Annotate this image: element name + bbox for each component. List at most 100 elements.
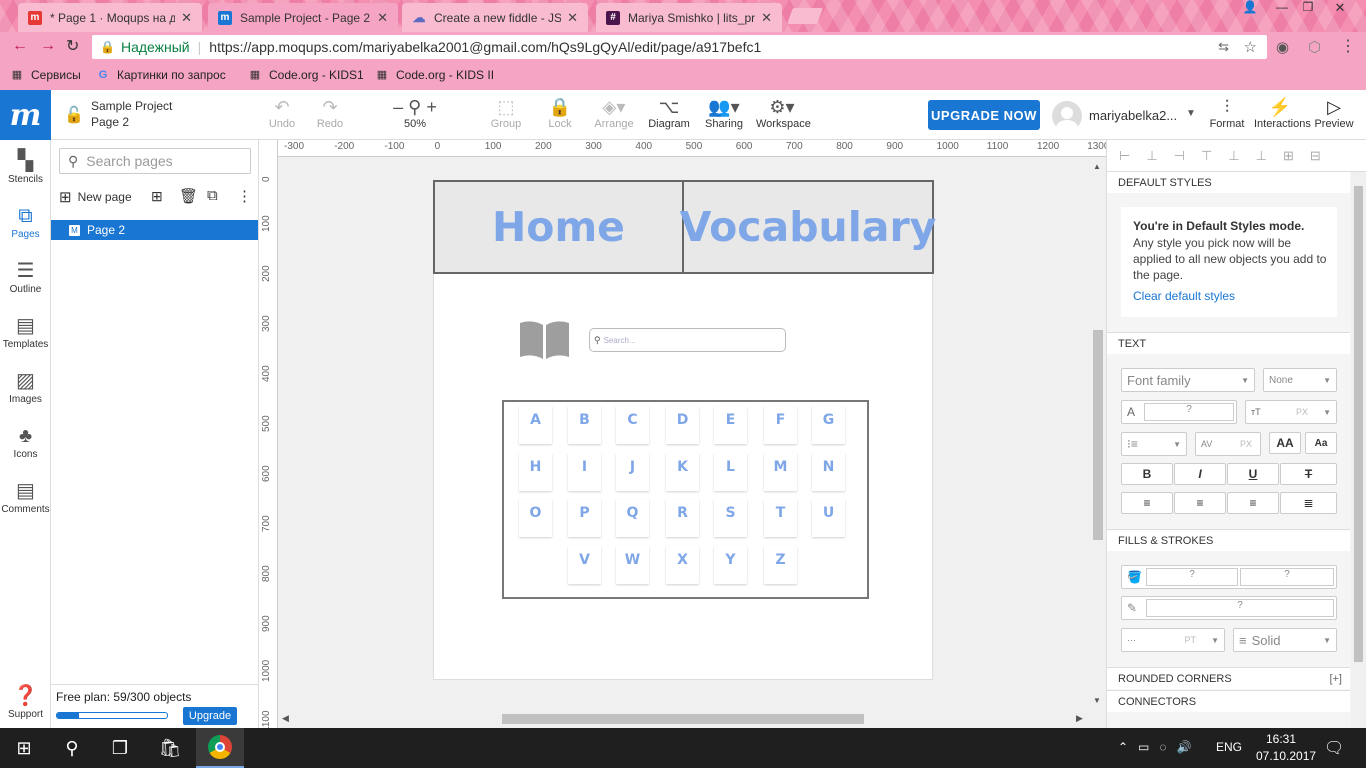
extension-icon[interactable]: ⬡ xyxy=(1308,38,1321,56)
chevron-down-icon[interactable]: ▼ xyxy=(1186,108,1196,119)
letter-key[interactable]: T xyxy=(764,499,797,537)
letter-key[interactable]: S xyxy=(714,499,747,537)
bookmark-star-icon[interactable]: ☆ xyxy=(1244,38,1257,56)
rail-templates[interactable]: ▤ Templates xyxy=(0,313,51,350)
rail-pages[interactable]: ⧉ Pages xyxy=(0,203,51,240)
vertical-scroll-thumb[interactable] xyxy=(1093,330,1103,540)
font-size-field[interactable]: тT PX ▼ xyxy=(1245,400,1337,424)
chrome-icon[interactable] xyxy=(196,728,244,768)
undo-button[interactable]: ↶ Undo xyxy=(266,96,298,130)
new-folder-icon[interactable]: ⊞ xyxy=(151,188,163,205)
align-toolbar[interactable]: ⊢⊥⊣⊤⊥⊥⊞⊟ xyxy=(1107,140,1366,172)
format-button[interactable]: ⫶ Format xyxy=(1208,96,1246,130)
project-name[interactable]: Sample Project xyxy=(91,99,172,113)
close-icon[interactable]: ✕ xyxy=(181,10,192,26)
preview-button[interactable]: ▷ Preview xyxy=(1314,96,1354,130)
horizontal-scroll-thumb[interactable] xyxy=(502,714,864,724)
strikethrough-button[interactable]: T xyxy=(1280,463,1337,485)
letter-key[interactable]: B xyxy=(568,406,601,444)
tray-icons[interactable]: ⌃▭◌🔊 xyxy=(1118,740,1201,754)
align-justify-button[interactable]: ≣ xyxy=(1280,492,1337,514)
align-right-button[interactable]: ≡ xyxy=(1227,492,1279,514)
new-tab-button[interactable] xyxy=(787,8,823,24)
rail-outline[interactable]: ☰ Outline xyxy=(0,258,51,295)
letter-key[interactable]: Y xyxy=(714,546,747,584)
letter-spacing-field[interactable]: AV PX xyxy=(1195,432,1261,456)
nav-vocabulary[interactable]: Vocabulary xyxy=(680,180,936,274)
menu-icon[interactable]: ⋮ xyxy=(1340,36,1356,56)
arrange-button[interactable]: ◈▾ Arrange xyxy=(594,96,634,130)
letter-key[interactable]: O xyxy=(519,499,552,537)
stroke-style-select[interactable]: ≡ Solid ▼ xyxy=(1233,628,1337,652)
bookmark-google[interactable]: G Картинки по запрос xyxy=(96,68,226,82)
letter-key[interactable]: V xyxy=(568,546,601,584)
interactions-button[interactable]: ⚡ Interactions xyxy=(1254,96,1311,130)
browser-tab-active[interactable]: m Sample Project - Page 2 ✕ xyxy=(208,3,398,32)
align-left-button[interactable]: ≡ xyxy=(1121,492,1173,514)
workspace-button[interactable]: ⚙▾ Workspace xyxy=(756,96,811,130)
new-page-button[interactable]: ⊞ New page xyxy=(59,188,132,206)
letter-key[interactable]: G xyxy=(812,406,845,444)
letter-key[interactable]: D xyxy=(666,406,699,444)
upgrade-button[interactable]: Upgrade xyxy=(183,707,237,725)
letter-key[interactable]: H xyxy=(519,453,552,491)
letter-key[interactable]: Z xyxy=(764,546,797,584)
stroke-color-field[interactable]: ✎? xyxy=(1121,596,1337,620)
eye-extension-icon[interactable]: ◉ xyxy=(1276,38,1289,56)
panel-scrollbar[interactable] xyxy=(1351,172,1366,728)
redo-button[interactable]: ↷ Redo xyxy=(314,96,346,130)
username[interactable]: mariyabelka2... xyxy=(1089,108,1177,123)
letter-key[interactable]: J xyxy=(616,453,649,491)
trash-icon[interactable]: 🗑 xyxy=(179,187,198,205)
fill-color-field[interactable]: 🪣?? xyxy=(1121,565,1337,589)
letter-key[interactable]: C xyxy=(616,406,649,444)
rail-support[interactable]: ❓ Support xyxy=(0,683,51,720)
bookmark-codeorg-2[interactable]: ▦ Code.org - KIDS II xyxy=(375,68,494,82)
letter-key[interactable]: R xyxy=(666,499,699,537)
scroll-right-icon[interactable]: ▶ xyxy=(1076,713,1083,724)
language-indicator[interactable]: ENG xyxy=(1216,740,1242,754)
clear-default-styles-link[interactable]: Clear default styles xyxy=(1133,289,1235,303)
forward-icon[interactable]: → xyxy=(40,37,56,55)
scroll-up-icon[interactable]: ▲ xyxy=(1093,162,1101,171)
close-icon[interactable]: ✕ xyxy=(761,10,772,26)
browser-tab[interactable]: # Mariya Smishko | lits_pro ✕ xyxy=(596,3,782,32)
windows-start-icon[interactable]: ⊞ xyxy=(0,728,48,768)
task-view-icon[interactable]: ❐ xyxy=(96,728,144,768)
window-close-icon[interactable]: ✕ xyxy=(1330,0,1350,16)
sharing-button[interactable]: 👥▾ Sharing xyxy=(704,96,744,130)
close-icon[interactable]: ✕ xyxy=(377,10,388,26)
panel-scroll-thumb[interactable] xyxy=(1354,186,1363,662)
bookmark-codeorg-1[interactable]: ▦ Code.org - KIDS1 xyxy=(248,68,364,82)
rail-images[interactable]: ▨ Images xyxy=(0,368,51,405)
letter-key[interactable]: L xyxy=(714,453,747,491)
zoom-control[interactable]: – ⚲ +50% xyxy=(392,96,438,130)
lock-project-icon[interactable]: 🔓 xyxy=(64,105,84,125)
diagram-button[interactable]: ⌥ Diagram xyxy=(648,96,690,130)
browser-tab[interactable]: m * Page 1 · Moqups на до ✕ xyxy=(18,3,202,32)
group-button[interactable]: ⬚ Group xyxy=(488,96,524,130)
back-icon[interactable]: ← xyxy=(12,37,28,55)
reload-icon[interactable]: ↻ xyxy=(66,36,79,56)
stroke-width-field[interactable]: ⋯ PT ▼ xyxy=(1121,628,1225,652)
minimize-icon[interactable]: — xyxy=(1272,0,1292,16)
smallcaps-button[interactable]: Aa xyxy=(1305,432,1337,454)
bookmark-apps[interactable]: ▦ Сервисы xyxy=(10,68,81,82)
uppercase-button[interactable]: AA xyxy=(1269,432,1301,454)
letter-key[interactable]: N xyxy=(812,453,845,491)
upgrade-now-button[interactable]: UPGRADE NOW xyxy=(928,100,1040,130)
italic-button[interactable]: I xyxy=(1174,463,1226,485)
rail-icons[interactable]: ♣ Icons xyxy=(0,423,51,460)
restore-icon[interactable]: ❐ xyxy=(1298,0,1318,16)
letter-key[interactable]: I xyxy=(568,453,601,491)
line-height-select[interactable]: ⁝≡ ▼ xyxy=(1121,432,1187,456)
horizontal-scrollbar[interactable]: ◀ ▶ xyxy=(278,711,1090,727)
duplicate-icon[interactable]: ⧉ xyxy=(207,187,218,204)
url-text[interactable]: https://app.moqups.com/mariyabelka2001@g… xyxy=(209,39,761,55)
nav-home[interactable]: Home xyxy=(433,180,684,274)
rounded-corners-header[interactable]: ROUNDED CORNERS [+] xyxy=(1107,667,1350,689)
letter-key[interactable]: A xyxy=(519,406,552,444)
bold-button[interactable]: B xyxy=(1121,463,1173,485)
lock-button[interactable]: 🔒 Lock xyxy=(544,96,576,130)
notifications-icon[interactable]: 🗨 xyxy=(1324,738,1344,758)
